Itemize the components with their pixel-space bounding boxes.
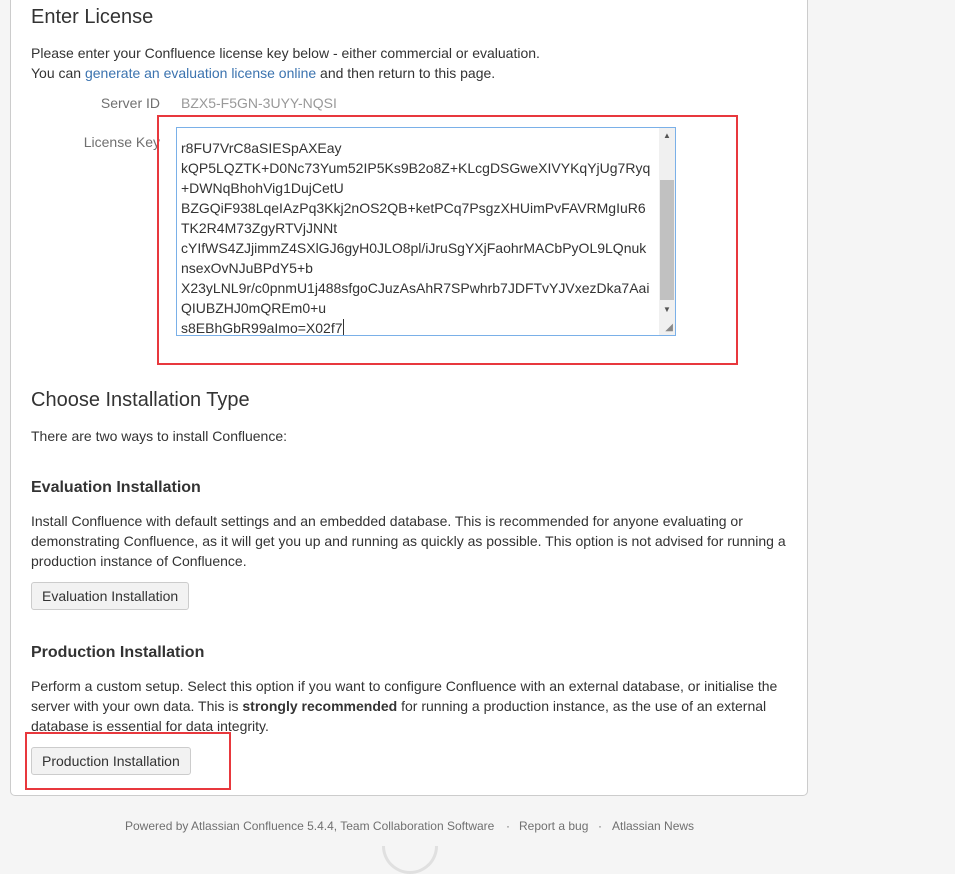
enter-license-title: Enter License — [31, 6, 154, 28]
installation-intro: There are two ways to install Confluence… — [31, 428, 288, 444]
intro-text-before: You can — [31, 65, 85, 81]
evaluation-desc-line: demonstrating Confluence, as it will get… — [31, 533, 786, 549]
server-id-label: Server ID — [100, 95, 160, 111]
footer-separator: · — [598, 819, 602, 833]
evaluation-desc-line: production instance of Confluence. — [31, 553, 247, 569]
production-desc-text: for running a production instance, as th… — [397, 698, 767, 714]
report-bug-link[interactable]: Report a bug — [519, 819, 588, 833]
production-desc-line: Perform a custom setup. Select this opti… — [31, 678, 778, 694]
production-desc-text: server with your own data. This is — [31, 698, 243, 714]
evaluation-desc-line: Install Confluence with default settings… — [31, 513, 743, 529]
footer-powered-by: Powered by Atlassian Confluence 5.4.4, T… — [125, 819, 495, 833]
evaluation-heading: Evaluation Installation — [31, 479, 201, 496]
license-intro: Please enter your Confluence license key… — [31, 43, 540, 83]
installation-type-title: Choose Installation Type — [31, 389, 250, 411]
generate-evaluation-license-link[interactable]: generate an evaluation license online — [85, 65, 316, 81]
evaluation-installation-button[interactable]: Evaluation Installation — [31, 582, 190, 610]
production-button-highlight-box — [25, 732, 231, 790]
production-description: Perform a custom setup. Select this opti… — [31, 676, 777, 736]
license-intro-line1: Please enter your Confluence license key… — [31, 45, 540, 61]
license-intro-line2: You can generate an evaluation license o… — [31, 63, 540, 83]
footer-separator: · — [506, 819, 510, 833]
license-key-label: License Key — [83, 134, 160, 150]
production-desc-line: server with your own data. This is stron… — [31, 696, 777, 716]
server-id-value: BZX5-F5GN-3UYY-NQSI — [181, 95, 337, 111]
production-heading: Production Installation — [31, 644, 205, 661]
atlassian-logo-icon — [382, 846, 438, 874]
license-highlight-box — [157, 115, 738, 365]
strongly-recommended-text: strongly recommended — [242, 698, 398, 714]
atlassian-news-link[interactable]: Atlassian News — [612, 819, 694, 833]
evaluation-description: Install Confluence with default settings… — [31, 511, 786, 571]
intro-text-after: and then return to this page. — [316, 65, 496, 81]
